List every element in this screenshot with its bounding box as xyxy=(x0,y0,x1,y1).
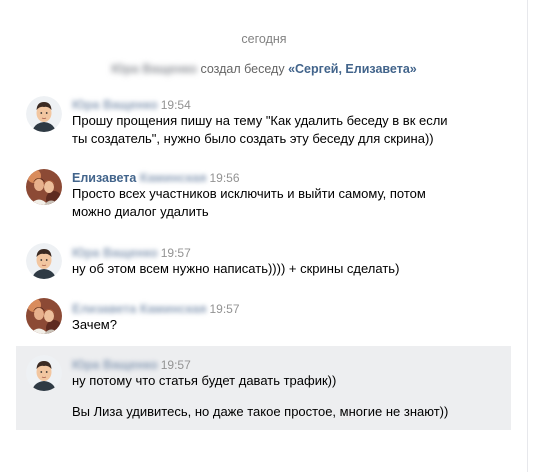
message-text: ну потому что статья будет давать трафик… xyxy=(72,372,492,390)
message-author[interactable]: Елизавета Каминская xyxy=(72,302,207,316)
message-text: Зачем? xyxy=(72,316,492,334)
message-time[interactable]: 19:57 xyxy=(161,358,191,372)
message-text: ну об этом всем нужно написать)))) + скр… xyxy=(72,260,492,278)
message-line: ну потому что статья будет давать трафик… xyxy=(72,373,337,388)
message-item[interactable]: Елизавета Каминская 19:57 Зачем? xyxy=(16,293,511,339)
female-photo-avatar[interactable] xyxy=(26,298,62,334)
conversation-name[interactable]: «Сергей, Елизавета» xyxy=(288,62,417,76)
message-line: Просто всех участников исключить и выйти… xyxy=(72,186,426,201)
female-photo-avatar[interactable] xyxy=(26,169,62,205)
message-line: Зачем? xyxy=(72,317,117,332)
male-avatar-icon[interactable] xyxy=(26,355,62,391)
service-actor-name[interactable]: Юра Ващенко xyxy=(111,62,197,76)
message-time[interactable]: 19:57 xyxy=(161,246,191,260)
message-item-selected[interactable]: Юра Ващенко 19:57 ну потому что статья бу… xyxy=(16,346,511,430)
message-time[interactable]: 19:56 xyxy=(210,171,240,185)
message-author[interactable]: Юра Ващенко xyxy=(72,98,158,112)
male-avatar-icon[interactable] xyxy=(26,243,62,279)
message-line: ну об этом всем нужно написать)))) + скр… xyxy=(72,261,400,276)
message-text: Вы Лиза удивитесь, но даже такое простое… xyxy=(72,403,492,421)
message-author[interactable]: Юра Ващенко xyxy=(72,246,158,260)
message-author[interactable]: Елизавета Каминская xyxy=(72,171,207,185)
message-item[interactable]: Юра Ващенко 19:54 Прошу прощения пишу на … xyxy=(16,90,511,152)
message-time[interactable]: 19:57 xyxy=(210,302,240,316)
message-time[interactable]: 19:54 xyxy=(161,98,191,112)
message-line: Прошу прощения пишу на тему "Как удалить… xyxy=(72,113,448,128)
message-line: Вы Лиза удивитесь, но даже такое простое… xyxy=(72,404,449,419)
service-action: создал беседу xyxy=(200,62,285,76)
message-item[interactable]: Елизавета Каминская 19:56 Просто всех уча… xyxy=(16,165,511,227)
message-line: ты создатель", нужно было создать эту бе… xyxy=(72,131,434,146)
male-avatar-icon[interactable] xyxy=(26,96,62,132)
message-item[interactable]: Юра Ващенко 19:57 ну об этом всем нужно н… xyxy=(16,239,511,283)
message-line: можно диалог удалить xyxy=(72,204,209,219)
message-text: Прошу прощения пишу на тему "Как удалить… xyxy=(72,112,492,148)
message-text: Просто всех участников исключить и выйти… xyxy=(72,185,492,221)
message-author[interactable]: Юра Ващенко xyxy=(72,358,158,372)
date-separator: сегодня xyxy=(241,32,287,46)
service-message: Юра Ващенко создал беседу «Сергей, Елиза… xyxy=(0,62,528,76)
